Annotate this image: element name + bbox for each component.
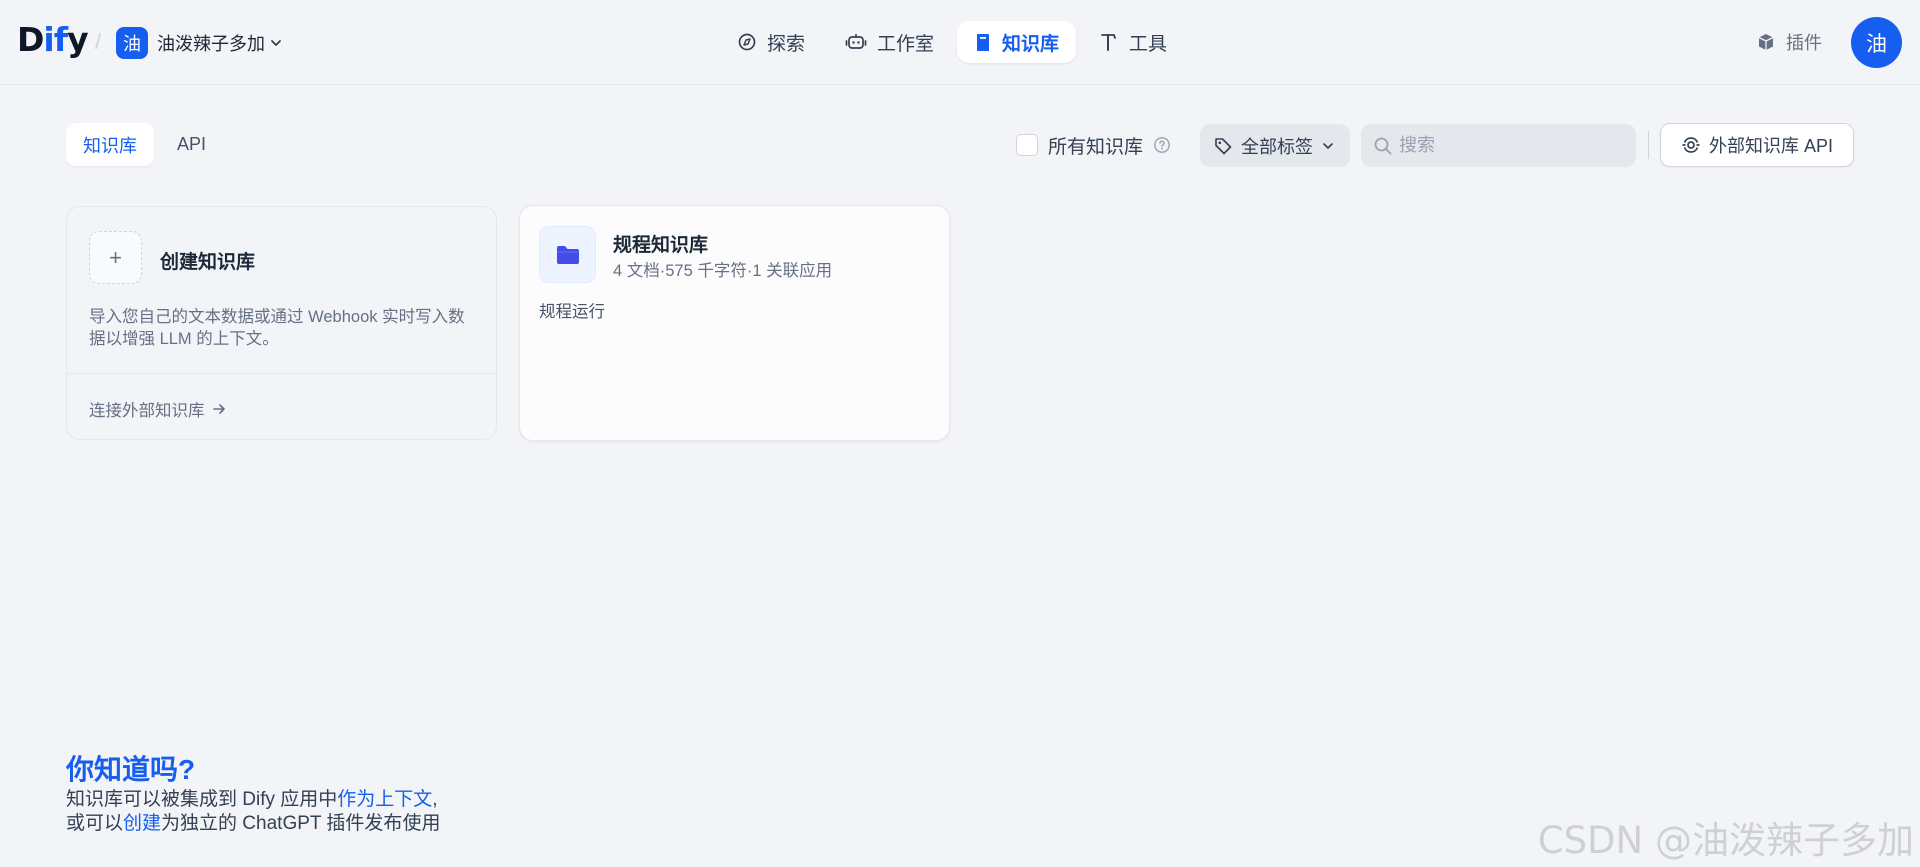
did-you-know-line-1: 知识库可以被集成到 Dify 应用中作为上下文, xyxy=(66,789,438,810)
nav-knowledge[interactable]: 知识库 xyxy=(957,21,1077,63)
plugins-link[interactable]: 插件 xyxy=(1756,28,1822,56)
arrow-right-icon xyxy=(211,401,227,417)
knowledge-base-description: 规程运行 xyxy=(539,303,605,321)
toolbar-divider xyxy=(1648,131,1649,159)
external-knowledge-api-label: 外部知识库 API xyxy=(1708,136,1833,156)
chevron-down-icon xyxy=(1321,139,1335,153)
did-you-know-title: 你知道吗? xyxy=(66,754,196,785)
nav-explore[interactable]: 探索 xyxy=(720,21,822,63)
did-you-know-line-2: 或可以创建为独立的 ChatGPT 插件发布使用 xyxy=(66,813,441,834)
breadcrumb-separator: / xyxy=(95,29,102,54)
api-connection-icon xyxy=(1681,135,1701,155)
plus-icon: + xyxy=(89,231,142,284)
tab-api[interactable]: API xyxy=(160,123,223,166)
book-icon xyxy=(974,32,992,52)
dify-logo[interactable]: Dify xyxy=(17,20,89,60)
workspace-switcher[interactable]: 油泼辣子多加 xyxy=(157,30,283,56)
cube-icon xyxy=(1756,32,1776,52)
as-context-link[interactable]: 作为上下文 xyxy=(337,789,432,810)
chevron-down-icon xyxy=(269,36,283,50)
external-knowledge-api-button[interactable]: 外部知识库 API xyxy=(1660,123,1854,167)
create-knowledge-card: + 创建知识库 导入您自己的文本数据或通过 Webhook 实时写入数据以增强 … xyxy=(66,206,497,440)
main-nav: 探索 工作室 知识库 工具 xyxy=(720,21,1190,63)
knowledge-base-card[interactable]: 规程知识库 4 文档·575 千字符·1 关联应用 规程运行 xyxy=(519,205,950,441)
tab-knowledge[interactable]: 知识库 xyxy=(66,123,154,166)
nav-tools-label: 工具 xyxy=(1129,33,1168,55)
watermark: CSDN @油泼辣子多加 xyxy=(1537,819,1914,862)
plugins-label: 插件 xyxy=(1786,33,1822,53)
nav-tools[interactable]: 工具 xyxy=(1082,21,1184,63)
search-box xyxy=(1361,124,1636,167)
user-avatar[interactable]: 油 xyxy=(1851,17,1902,68)
robot-icon xyxy=(845,32,867,52)
all-knowledge-filter: 所有知识库 xyxy=(1016,133,1171,158)
search-input[interactable] xyxy=(1399,135,1619,156)
workspace-avatar[interactable]: 油 xyxy=(116,27,148,59)
knowledge-base-name: 规程知识库 xyxy=(613,235,709,256)
all-knowledge-checkbox[interactable] xyxy=(1016,134,1038,156)
help-icon[interactable] xyxy=(1153,136,1171,154)
create-knowledge-title: 创建知识库 xyxy=(160,252,256,273)
card-divider xyxy=(67,373,496,374)
folder-icon xyxy=(539,226,596,283)
tag-filter-label: 全部标签 xyxy=(1241,136,1313,157)
workspace-name: 油泼辣子多加 xyxy=(157,34,265,54)
knowledge-tabs: 知识库 API xyxy=(66,123,223,166)
nav-studio-label: 工作室 xyxy=(877,33,935,55)
connect-external-knowledge-label: 连接外部知识库 xyxy=(89,402,205,420)
create-knowledge-description: 导入您自己的文本数据或通过 Webhook 实时写入数据以增强 LLM 的上下文… xyxy=(89,308,465,348)
tag-filter-dropdown[interactable]: 全部标签 xyxy=(1200,124,1350,167)
connect-external-knowledge-link[interactable]: 连接外部知识库 xyxy=(89,397,227,421)
nav-explore-label: 探索 xyxy=(767,33,806,55)
hammer-icon xyxy=(1099,32,1119,52)
nav-knowledge-label: 知识库 xyxy=(1002,33,1060,55)
knowledge-base-meta: 4 文档·575 千字符·1 关联应用 xyxy=(613,262,833,280)
nav-studio[interactable]: 工作室 xyxy=(828,21,951,63)
top-navbar: Dify / 油 油泼辣子多加 探索 工作室 知识库 工具 插件 油 xyxy=(0,0,1920,85)
compass-icon xyxy=(737,32,757,52)
all-knowledge-label: 所有知识库 xyxy=(1048,136,1144,158)
search-icon xyxy=(1373,136,1393,156)
tag-icon xyxy=(1213,136,1233,156)
create-link[interactable]: 创建 xyxy=(123,813,161,834)
